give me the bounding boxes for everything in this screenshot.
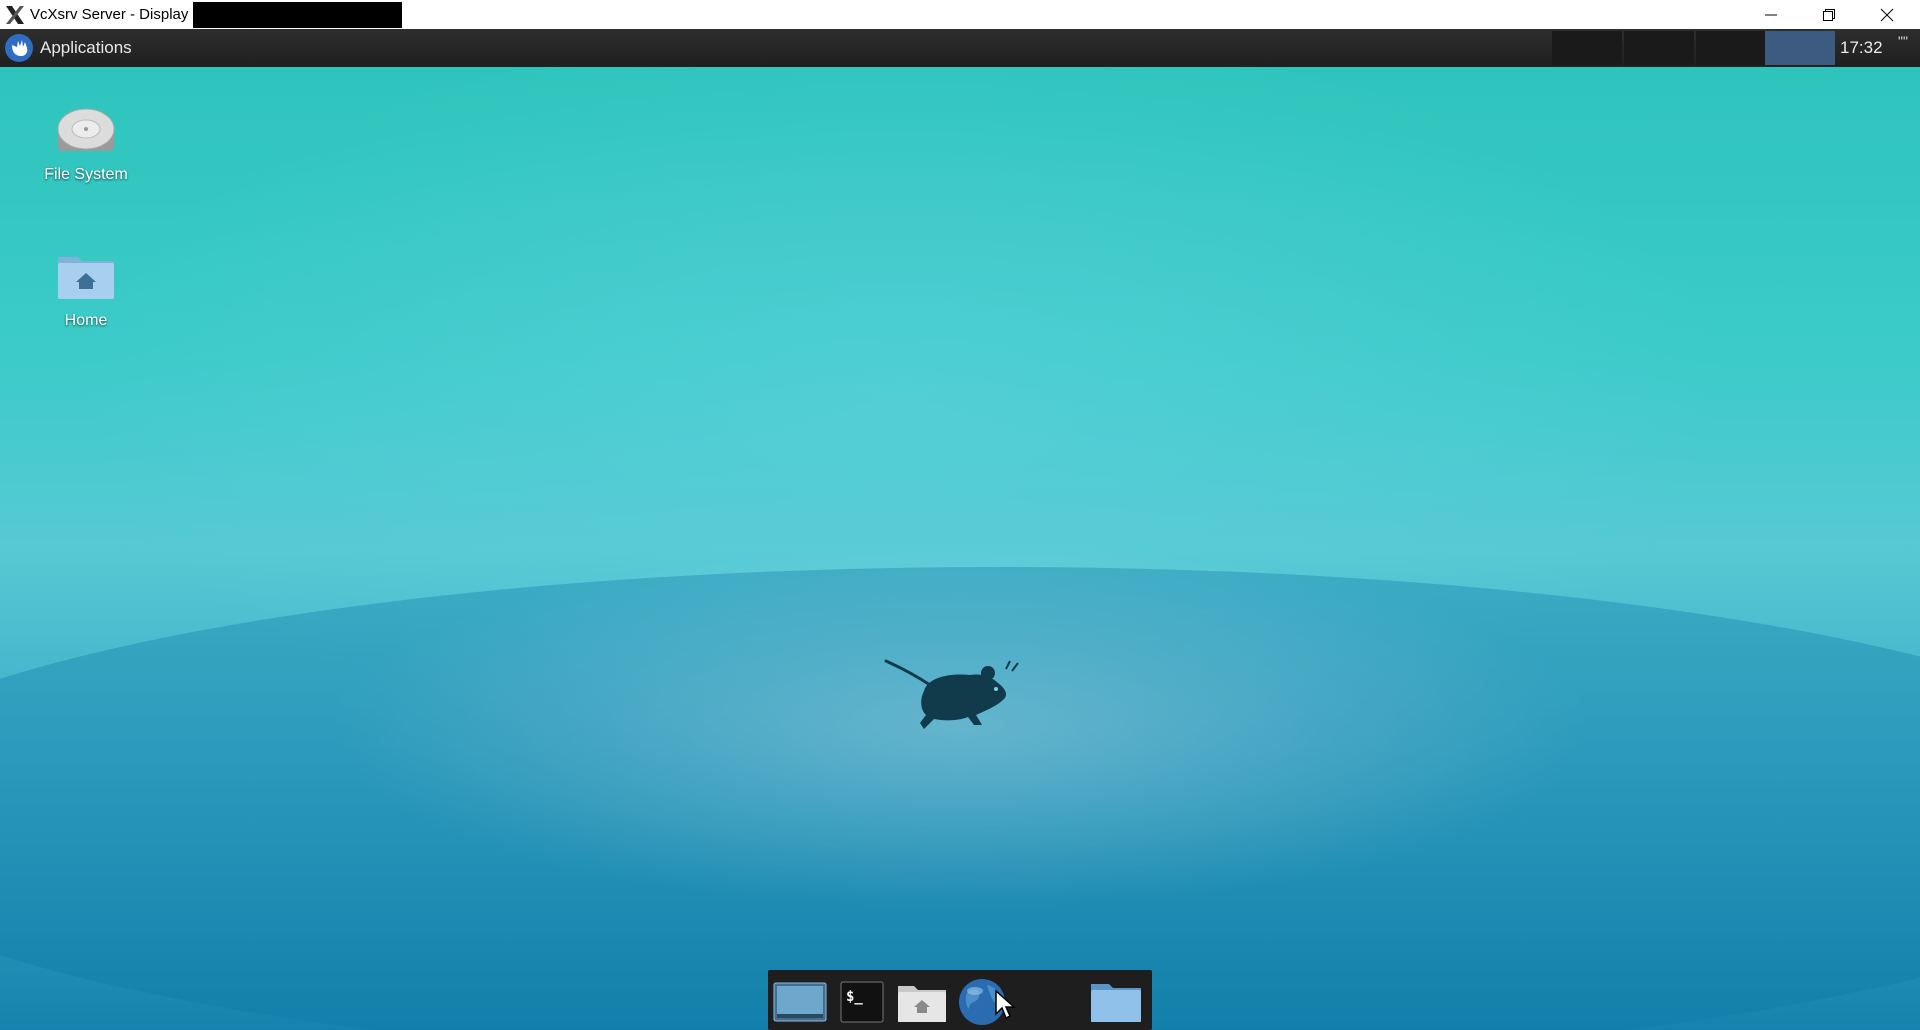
svg-text:$_: $_ [846, 989, 863, 1005]
minimize-button[interactable] [1742, 0, 1800, 29]
close-button[interactable] [1858, 0, 1916, 29]
workspace-1[interactable] [1552, 31, 1622, 65]
redacted-region [193, 1, 403, 28]
window-titlebar: VcXsrv Server - Display [0, 0, 1920, 29]
home-folder-icon [898, 986, 946, 1022]
applications-label: Applications [40, 38, 132, 57]
restore-icon [1823, 8, 1835, 21]
minimize-icon [1765, 14, 1777, 15]
workspace-4-active[interactable] [1765, 31, 1835, 65]
top-panel: Applications 17:32 "" [0, 29, 1920, 67]
desktop-background[interactable]: File System Home [0, 67, 1920, 1030]
dock-show-desktop[interactable] [772, 976, 828, 1028]
home-folder-icon [58, 257, 114, 299]
folder-icon [1091, 984, 1141, 1022]
xfce-logo-icon [5, 34, 33, 62]
hard-drive-icon [57, 108, 115, 151]
workspace-3[interactable] [1696, 31, 1766, 65]
wallpaper-swoosh [0, 567, 1920, 1030]
xfce-mouse-logo [884, 659, 1019, 729]
desktop-icon-file-system[interactable]: File System [26, 103, 146, 184]
dock-home-folder[interactable] [894, 976, 950, 1028]
desktop-icon-label: File System [44, 166, 128, 183]
dock-terminal[interactable]: $_ [834, 976, 890, 1028]
workspace-2[interactable] [1624, 31, 1694, 65]
applications-menu-button[interactable]: Applications [0, 29, 132, 67]
window-title: VcXsrv Server - Display [30, 6, 189, 23]
panel-clock[interactable]: 17:32 [1840, 29, 1883, 67]
show-desktop-icon [773, 982, 827, 1022]
x-logo-icon [6, 5, 24, 24]
desktop-icon-home[interactable]: Home [26, 249, 146, 330]
close-icon [1880, 8, 1894, 21]
mouse-pointer-icon [995, 990, 1016, 1020]
desktop-icon-label: Home [64, 312, 108, 329]
terminal-icon: $_ [840, 981, 884, 1023]
bottom-dock: $_ [768, 970, 1152, 1030]
restore-button[interactable] [1800, 0, 1858, 29]
dock-file-manager[interactable] [1088, 976, 1144, 1028]
panel-overflow[interactable]: "" [1898, 33, 1908, 49]
